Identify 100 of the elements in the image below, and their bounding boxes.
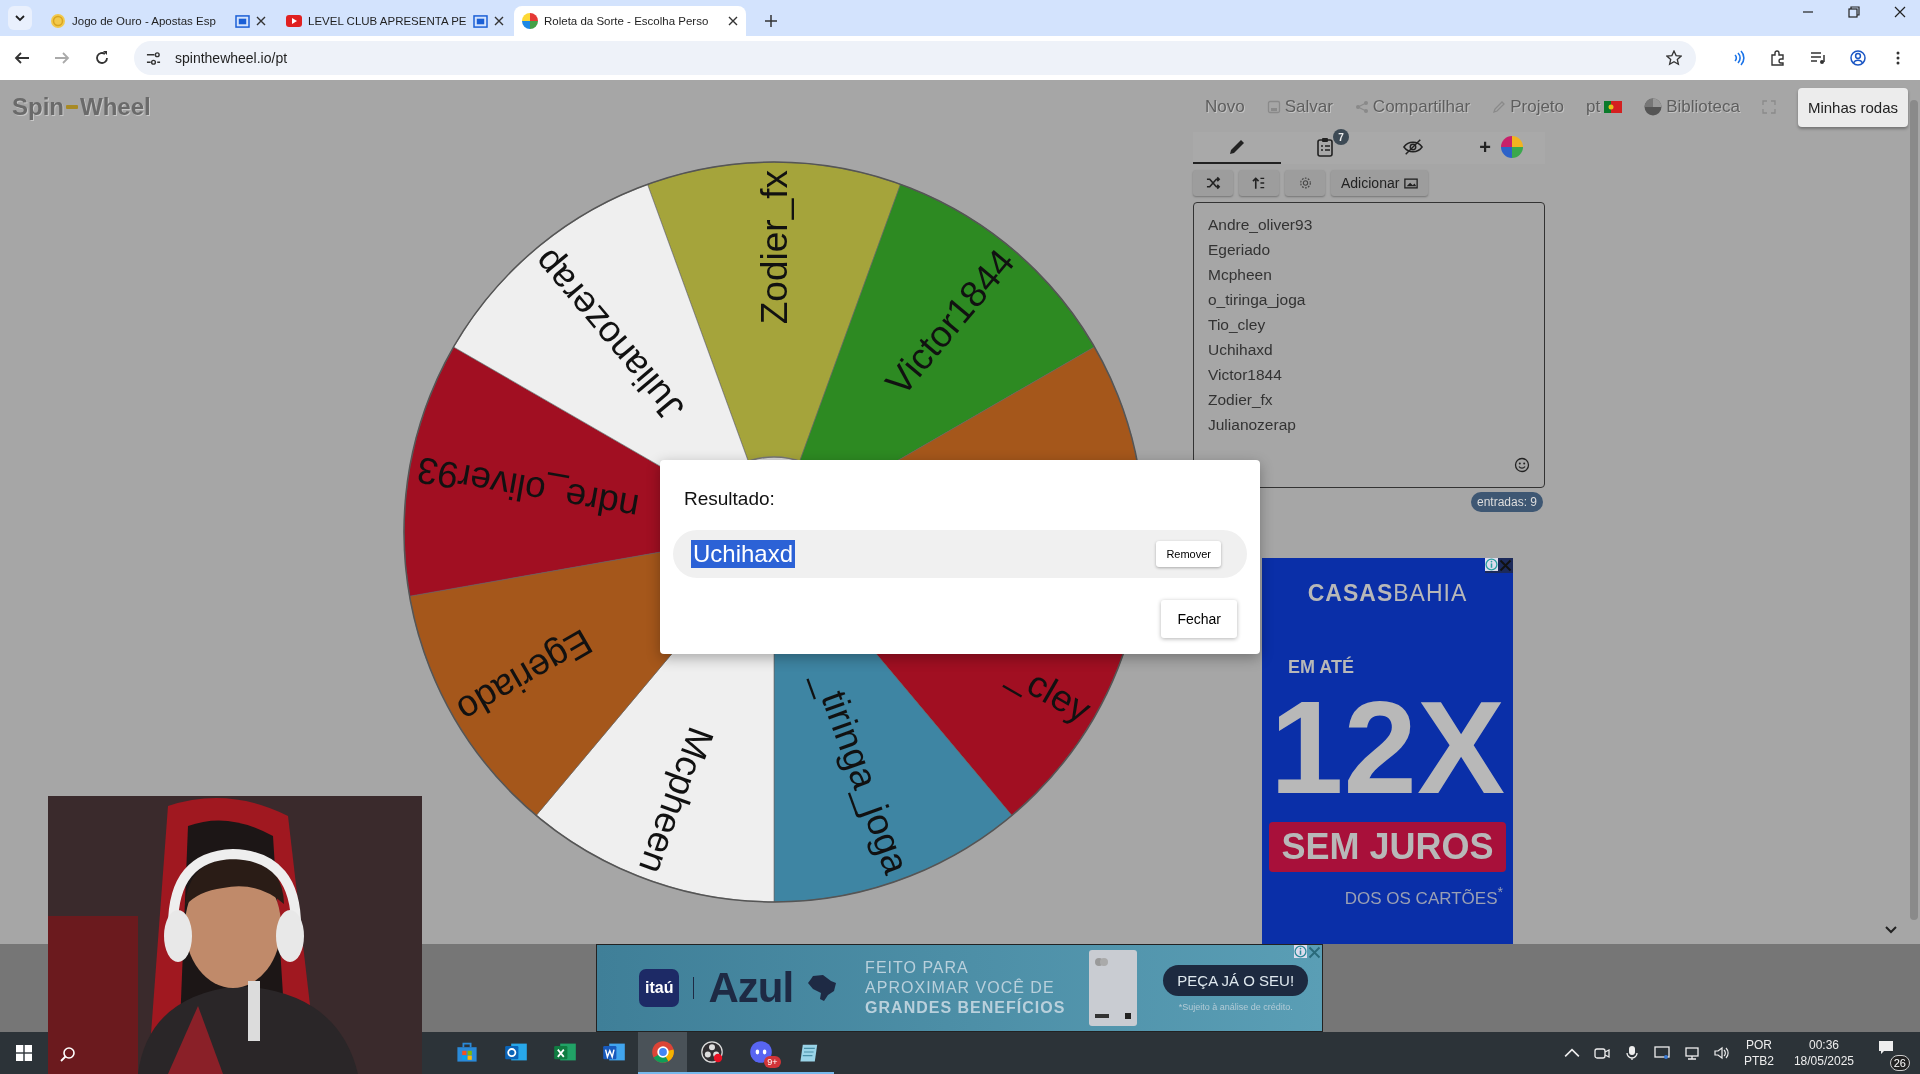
winner-name: Uchihaxd [691,540,796,568]
map-icon [807,974,838,1002]
entry-line: Julianozerap [1208,415,1297,435]
editor-tab[interactable]: + [1457,132,1545,164]
info-icon[interactable] [1294,945,1307,958]
color-wheel-icon [1500,136,1523,158]
caret-icon [14,12,26,24]
dialog-title: Resultado: [684,488,776,510]
plus-text: + [1479,135,1491,159]
ad-headline: 12X [1270,678,1505,818]
reload-icon[interactable] [94,50,110,66]
close-icon[interactable] [728,16,738,26]
entry-line: Tio_cley [1208,315,1267,335]
globe-icon [1644,98,1663,116]
disclaimer-text: *Sujeito à análise de crédito. [1178,1001,1293,1012]
search-icon[interactable] [60,1046,76,1062]
ad-text: FEITO PARA [865,958,970,978]
url-text: spinthewheel.io/pt [175,50,289,66]
input-language[interactable]: POR PTB2 [1743,1037,1774,1069]
network-icon[interactable] [1683,1045,1700,1061]
scrollbar[interactable] [1910,100,1918,920]
remove-button[interactable]: Remover [1156,541,1221,567]
browser-tab[interactable]: Roleta da Sorte - Escolha Perso [514,6,746,36]
site-settings-icon[interactable] [146,50,161,66]
my-wheels-button[interactable]: Minhas rodas [1797,87,1908,127]
fullscreen-icon [1761,100,1776,114]
store-icon [454,1040,479,1064]
tab-title: Jogo de Ouro - Apostas Esp [72,15,217,27]
advertisement-banner[interactable]: itaú Azul FEITO PARA APROXIMAR VOCÊ DE GRANDES BENEFÍCIOS PEÇA JÁ O SEU! *Sujeito à análise de crédito. [596,944,1323,1032]
flag-icon [1604,101,1623,113]
settings-icon [1297,176,1313,190]
tab-title: LEVEL CLUB APRESENTA PE [308,15,467,27]
camera-icon[interactable] [1593,1045,1610,1061]
pencil-icon [1492,100,1507,114]
bank-logo: itaú [639,969,680,1007]
entry-line: Uchihaxd [1208,340,1274,360]
ad-text: DOS OS CARTÕES$^{*}$ [1344,883,1503,910]
brand-logo: CASASBAHIA [1307,580,1468,607]
entry-line: Egeriado [1208,240,1272,260]
entry-line: Zodier_fx [1208,390,1274,410]
entry-line: Andre_oliver93 [1208,215,1314,235]
tab-search-button[interactable] [8,6,32,30]
volume-icon[interactable] [1713,1045,1730,1061]
add-image-button[interactable]: Adicionar [1331,170,1429,196]
checklist-icon [1315,137,1335,157]
ad-text: GRANDES BENEFÍCIOS [865,998,1066,1018]
start-icon[interactable] [16,1045,32,1061]
bookmark-star-icon[interactable] [1666,50,1682,66]
chevron-down-icon[interactable] [1884,925,1898,935]
coin-icon [50,13,66,29]
message-icon [1878,1039,1894,1055]
close-icon[interactable] [1894,6,1906,18]
editor-tab[interactable]: 7 [1281,132,1369,164]
entry-count-badge: entradas: 9 [1470,492,1543,512]
restore-icon[interactable] [1848,6,1860,18]
logo-icon [65,103,79,111]
microphone-icon[interactable] [1623,1045,1640,1061]
eye-slash-icon [1403,137,1423,157]
pencil-icon [1227,137,1247,157]
share-icon [1354,100,1369,114]
credit-card-icon [1089,950,1138,1026]
taskbar-app[interactable]: 9+ [736,1032,785,1074]
address-bar[interactable]: spinthewheel.io/pt [134,41,1696,75]
close-icon[interactable] [493,16,504,26]
airline-logo: Azul [708,964,794,1012]
save-icon [1266,100,1281,114]
browser-tab[interactable]: Jogo de Ouro - Apostas Esp [42,6,274,36]
taskbar-app[interactable] [638,1032,687,1074]
smiley-icon[interactable] [1514,457,1530,473]
close-button[interactable]: Fechar [1161,600,1237,638]
notification-center-button[interactable]: 26 [1874,1035,1910,1071]
entry-line: Mcpheen [1208,265,1273,285]
sort-icon [1251,176,1267,190]
play-icon [286,13,302,29]
count-badge: 7 [1333,129,1349,145]
back-icon[interactable] [14,50,30,66]
color-wheel-icon [522,13,538,29]
media-queue-icon[interactable] [1810,50,1826,66]
browser-tab[interactable]: LEVEL CLUB APRESENTA PE [278,6,510,36]
entry-line: o_tiringa_joga [1208,290,1307,310]
shuffle-icon [1205,176,1221,190]
tab-title: Roleta da Sorte - Escolha Perso [544,15,710,27]
shuffle-button[interactable] [1193,170,1233,196]
order-button[interactable]: PEÇA JÁ O SEU! [1163,964,1309,996]
browser-icon [650,1040,675,1064]
ad-tag: SEM JUROS [1269,822,1506,872]
recorder-icon [699,1040,724,1064]
close-icon[interactable] [256,16,266,26]
entries-textarea[interactable]: Andre_oliver93 Egeriado Mcpheen o_tiringa_joga Tio_cley Uchihaxd Victor1844 Zodier_fx Julianozerap [1193,202,1545,488]
ad-text: APROXIMAR VOCÊ DE [865,978,1056,998]
notification-badge: 9+ [764,1056,781,1068]
entry-line: Victor1844 [1208,365,1283,385]
clock[interactable]: 00:36 18/05/2025 [1793,1037,1854,1069]
sort-button[interactable] [1239,170,1279,196]
display-icon[interactable] [1653,1045,1670,1061]
ad-text: EM ATÉ [1288,657,1354,678]
new-tab-icon[interactable] [764,14,778,28]
profile-icon[interactable] [1850,50,1866,66]
image-icon [1404,177,1419,189]
extensions-icon[interactable] [1770,50,1786,66]
